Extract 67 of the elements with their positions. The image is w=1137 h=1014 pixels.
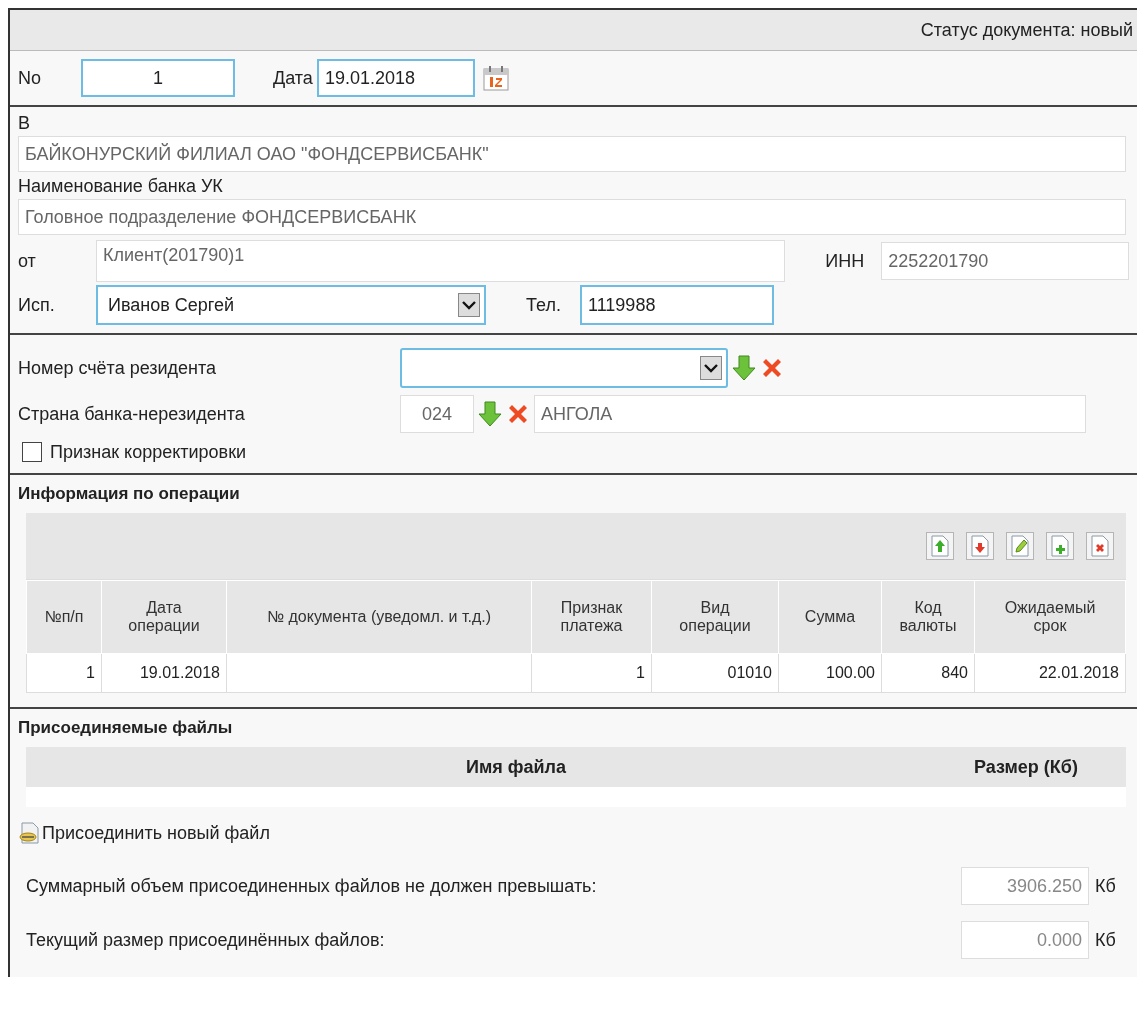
resident-account-select[interactable] — [400, 348, 728, 388]
number-label: No — [18, 67, 41, 89]
page-cross-icon — [1090, 535, 1110, 557]
phone-field[interactable]: 1119988 — [580, 285, 774, 325]
delete-button[interactable] — [1086, 532, 1114, 560]
recipient-bank-field: БАЙКОНУРСКИЙ ФИЛИАЛ ОАО "ФОНДСЕРВИСБАНК" — [18, 136, 1126, 172]
limit-label: Текущий размер присоединённых файлов: — [26, 929, 386, 951]
column-header: Ожидаемый срок — [974, 580, 1126, 654]
date-label: Дата — [273, 67, 313, 89]
client-field: Клиент(201790)1 — [95, 240, 786, 282]
number-field[interactable]: 1 — [81, 59, 235, 97]
page-plus-icon — [1050, 535, 1070, 557]
table-cell: 840 — [881, 653, 975, 693]
country-code-field: 024 — [400, 395, 474, 433]
limit-label: Суммарный объем присоединенных файлов не должен превышать: — [26, 875, 598, 897]
dropdown-icon — [700, 356, 722, 380]
phone-label: Тел. — [526, 294, 562, 316]
table-cell: 19.01.2018 — [101, 653, 227, 693]
inn-label: ИНН — [825, 250, 866, 272]
uk-bank-label: Наименование банка УК — [18, 176, 224, 197]
column-header: Дата операции — [101, 580, 227, 654]
page-pencil-icon — [1010, 535, 1030, 557]
column-header: Имя файла — [465, 756, 567, 778]
size-field: 0.000 — [961, 921, 1089, 959]
country-name-field: АНГОЛА — [534, 395, 1086, 433]
column-header: № документа (уведомл. и т.д.) — [226, 580, 532, 654]
column-header: Размер (Кб) — [973, 756, 1079, 778]
document-status: Статус документа: новый — [920, 19, 1133, 41]
move-up-button[interactable] — [926, 532, 954, 560]
down-arrow-icon[interactable] — [478, 401, 502, 427]
move-down-button[interactable] — [966, 532, 994, 560]
table-cell: 01010 — [651, 653, 779, 693]
section-title: Присоединяемые файлы — [18, 717, 234, 739]
table-cell: 1 — [26, 653, 102, 693]
attach-file-icon — [18, 821, 42, 845]
column-header: Код валюты — [881, 580, 975, 654]
page-up-arrow-icon — [930, 535, 950, 557]
add-button[interactable] — [1046, 532, 1074, 560]
edit-button[interactable] — [1006, 532, 1034, 560]
resident-account-label: Номер счёта резидента — [18, 357, 218, 379]
correction-label: Признак корректировки — [50, 441, 247, 463]
calendar-icon[interactable] — [482, 65, 509, 91]
uk-bank-field: Головное подразделение ФОНДСЕРВИСБАНК — [18, 199, 1126, 235]
table-cell: 1 — [531, 653, 652, 693]
unit-label: Кб — [1094, 875, 1117, 897]
executor-select[interactable]: Иванов Сергей — [96, 285, 486, 325]
dropdown-icon — [458, 293, 480, 317]
column-header: Сумма — [778, 580, 882, 654]
table-cell: 22.01.2018 — [974, 653, 1126, 693]
page-down-arrow-icon — [970, 535, 990, 557]
column-header: Вид операции — [651, 580, 779, 654]
inn-field: 2252201790 — [881, 242, 1129, 280]
attach-file-link[interactable]: Присоединить новый файл — [18, 807, 270, 859]
down-arrow-icon[interactable] — [732, 355, 756, 381]
from-label: от — [18, 250, 37, 272]
correction-checkbox[interactable]: Признак корректировки — [22, 437, 1129, 467]
section-title: Информация по операции — [18, 483, 241, 505]
column-header: Признак платежа — [531, 580, 652, 654]
table-cell: 100.00 — [778, 653, 882, 693]
recipient-bank-label: В — [18, 113, 31, 134]
executor-label: Исп. — [18, 294, 56, 316]
date-field[interactable]: 19.01.2018 — [316, 59, 475, 97]
country-label: Страна банка-нерезидента — [18, 403, 246, 425]
checkbox[interactable] — [22, 442, 42, 462]
unit-label: Кб — [1094, 929, 1117, 951]
size-field: 3906.250 — [961, 867, 1089, 905]
column-header: №п/п — [26, 580, 102, 654]
